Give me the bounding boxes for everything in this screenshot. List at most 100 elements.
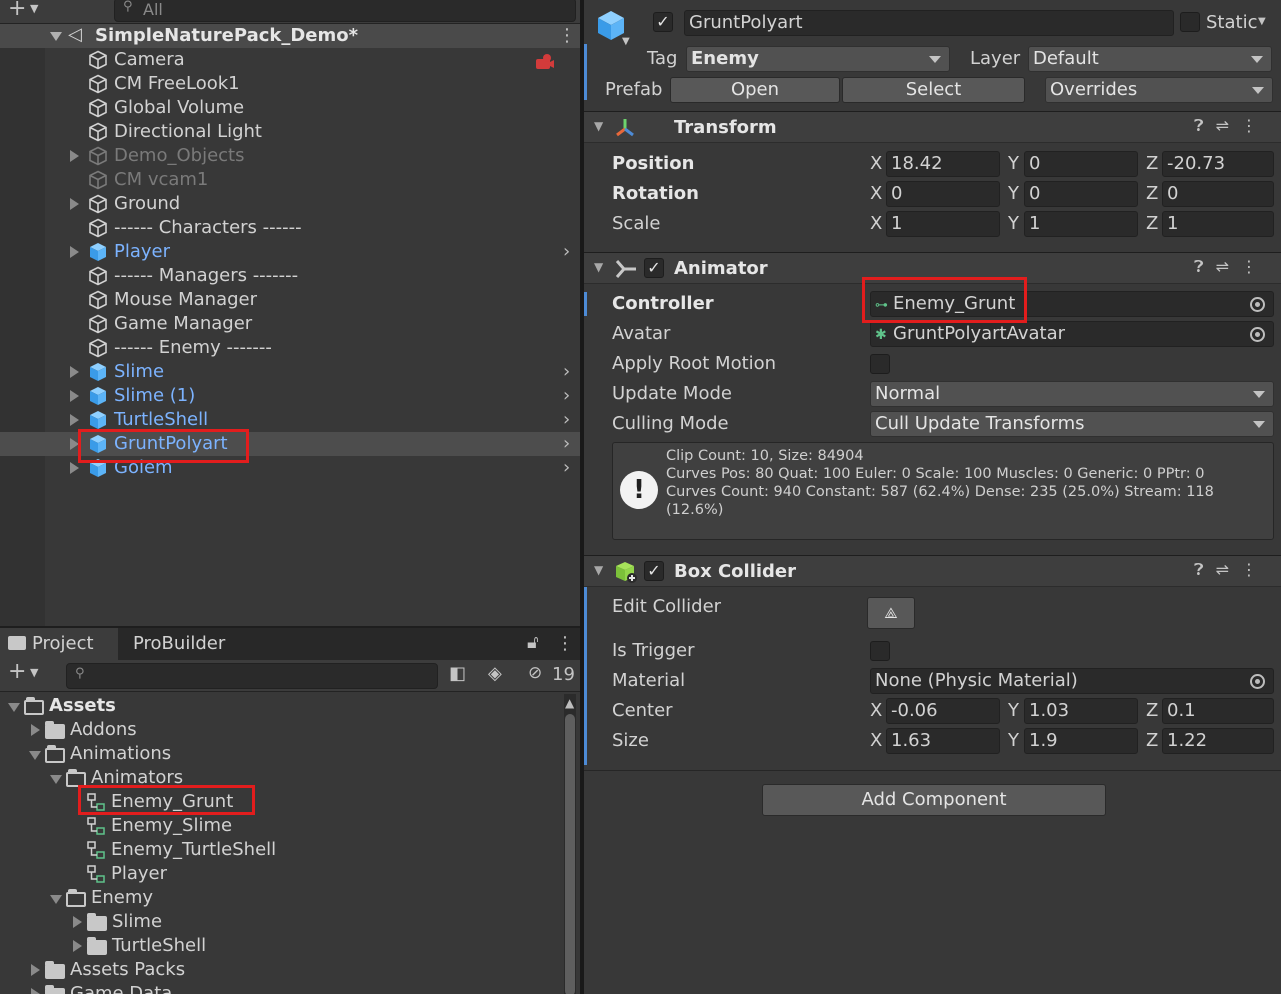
center-z-field[interactable]: 0.1 xyxy=(1162,698,1274,724)
rotation-x-field[interactable]: 0 xyxy=(886,181,1000,207)
position-x-field[interactable]: 18.42 xyxy=(886,151,1000,177)
hierarchy-item[interactable]: Demo_Objects xyxy=(0,144,580,168)
expand-arrow-icon[interactable] xyxy=(50,775,62,784)
project-tree-item[interactable]: Game Data xyxy=(0,982,560,994)
lock-icon[interactable]: 🔓︎ xyxy=(527,632,539,653)
is-trigger-checkbox[interactable] xyxy=(870,641,890,661)
hierarchy-item[interactable]: Directional Light xyxy=(0,120,580,144)
object-picker-icon[interactable] xyxy=(1250,297,1265,312)
hierarchy-item[interactable]: Slime › xyxy=(0,360,580,384)
expand-arrow-icon[interactable] xyxy=(70,414,79,426)
prefab-open-button[interactable]: Open xyxy=(670,77,840,103)
chevron-right-icon[interactable]: › xyxy=(563,432,570,456)
expand-arrow-icon[interactable] xyxy=(31,964,40,976)
hierarchy-item[interactable]: Ground xyxy=(0,192,580,216)
object-picker-icon[interactable] xyxy=(1250,327,1265,342)
project-tree-item[interactable]: Animations xyxy=(0,742,560,766)
animator-header[interactable]: ▼ Animator ❓︎⇌⋮ xyxy=(584,252,1281,284)
more-options-icon[interactable]: ⋮ xyxy=(1241,560,1269,579)
root-motion-checkbox[interactable] xyxy=(870,354,890,374)
edit-collider-button[interactable]: ⟁ xyxy=(867,597,915,629)
expand-arrow-icon[interactable] xyxy=(70,366,79,378)
size-z-axis-label[interactable]: Z xyxy=(1146,728,1158,754)
project-search-input[interactable]: ⚲ xyxy=(66,663,438,689)
hierarchy-item[interactable]: CM vcam1 xyxy=(0,168,580,192)
hierarchy-item[interactable]: GruntPolyart › xyxy=(0,432,580,456)
help-icon[interactable]: ❓︎ xyxy=(1194,560,1216,579)
active-checkbox[interactable] xyxy=(653,12,673,32)
static-dropdown-arrow[interactable]: ▼ xyxy=(1258,16,1266,27)
controller-field[interactable]: ⊶ Enemy_Grunt xyxy=(870,291,1274,317)
scale-y-field[interactable]: 1 xyxy=(1024,211,1138,237)
scale-z-field[interactable]: 1 xyxy=(1162,211,1274,237)
foldout-arrow-icon[interactable]: ▼ xyxy=(594,119,603,133)
update-mode-dropdown[interactable]: Normal xyxy=(870,381,1274,407)
expand-arrow-icon[interactable] xyxy=(29,751,41,760)
hierarchy-item[interactable]: Camera xyxy=(0,48,580,72)
expand-arrow-icon[interactable] xyxy=(73,940,82,952)
hierarchy-item[interactable]: CM FreeLook1 xyxy=(0,72,580,96)
box-collider-header[interactable]: ▼ Box Collider ❓︎⇌⋮ xyxy=(584,555,1281,587)
position-z-axis-label[interactable]: Z xyxy=(1146,151,1158,177)
transform-header[interactable]: ▼ Transform ❓︎⇌⋮ xyxy=(584,111,1281,143)
project-tree-item[interactable]: Assets xyxy=(0,694,560,718)
rotation-x-axis-label[interactable]: X xyxy=(870,181,882,207)
expand-arrow-icon[interactable] xyxy=(50,895,62,904)
more-options-icon[interactable]: ⋮ xyxy=(1241,257,1269,276)
box-collider-enabled-checkbox[interactable] xyxy=(644,561,664,581)
chevron-right-icon[interactable]: › xyxy=(563,240,570,264)
hierarchy-item[interactable]: Global Volume xyxy=(0,96,580,120)
hierarchy-item[interactable]: TurtleShell › xyxy=(0,408,580,432)
size-x-axis-label[interactable]: X xyxy=(870,728,882,754)
scroll-up-icon[interactable]: ▲ xyxy=(565,696,574,710)
prefab-select-button[interactable]: Select xyxy=(842,77,1025,103)
center-z-axis-label[interactable]: Z xyxy=(1146,698,1158,724)
add-icon[interactable]: + xyxy=(8,659,26,684)
size-y-axis-label[interactable]: Y xyxy=(1008,728,1019,754)
more-options-icon[interactable]: ⋮ xyxy=(556,632,574,656)
chevron-right-icon[interactable]: › xyxy=(563,384,570,408)
hierarchy-item[interactable]: Game Manager xyxy=(0,312,580,336)
expand-arrow-icon[interactable] xyxy=(73,916,82,928)
hierarchy-search-input[interactable]: ⚲ All xyxy=(114,0,576,22)
expand-arrow-icon[interactable] xyxy=(70,150,79,162)
expand-arrow-icon[interactable] xyxy=(8,703,20,712)
position-x-axis-label[interactable]: X xyxy=(870,151,882,177)
project-tree-item[interactable]: TurtleShell xyxy=(0,934,560,958)
expand-arrow-icon[interactable] xyxy=(31,988,40,994)
scale-x-axis-label[interactable]: X xyxy=(870,211,882,237)
chevron-down-icon[interactable]: ▼ xyxy=(30,666,38,679)
avatar-field[interactable]: ✱ GruntPolyartAvatar xyxy=(870,321,1274,347)
rotation-z-field[interactable]: 0 xyxy=(1162,181,1274,207)
tab-project[interactable]: Project xyxy=(0,628,118,660)
search-by-label-icon[interactable]: ◈ xyxy=(488,663,502,684)
layer-dropdown[interactable]: Default xyxy=(1028,46,1272,72)
hierarchy-item[interactable]: ------ Managers ------- xyxy=(0,264,580,288)
center-y-axis-label[interactable]: Y xyxy=(1008,698,1019,724)
hierarchy-item[interactable]: Mouse Manager xyxy=(0,288,580,312)
center-x-axis-label[interactable]: X xyxy=(870,698,882,724)
add-icon[interactable]: + xyxy=(8,0,26,21)
tag-dropdown[interactable]: Enemy xyxy=(686,46,950,72)
hierarchy-item[interactable]: Player › xyxy=(0,240,580,264)
static-checkbox[interactable] xyxy=(1180,12,1200,32)
help-icon[interactable]: ❓︎ xyxy=(1194,257,1216,276)
culling-mode-dropdown[interactable]: Cull Update Transforms xyxy=(870,411,1274,437)
more-options-icon[interactable]: ⋮ xyxy=(1241,116,1269,135)
chevron-down-icon[interactable]: ▼ xyxy=(30,2,38,15)
scale-z-axis-label[interactable]: Z xyxy=(1146,211,1158,237)
hidden-packages-icon[interactable]: ⊘ xyxy=(528,663,542,683)
project-scroll-thumb[interactable] xyxy=(565,714,575,994)
project-tree-item[interactable]: Slime xyxy=(0,910,560,934)
hierarchy-item[interactable]: Slime (1) › xyxy=(0,384,580,408)
project-tree-item[interactable]: Enemy_Slime xyxy=(0,814,560,838)
project-tree-item[interactable]: Assets Packs xyxy=(0,958,560,982)
expand-arrow-icon[interactable] xyxy=(70,438,79,450)
position-y-field[interactable]: 0 xyxy=(1024,151,1138,177)
size-x-field[interactable]: 1.63 xyxy=(886,728,1000,754)
foldout-arrow-icon[interactable]: ▼ xyxy=(594,260,603,274)
presets-icon[interactable]: ⇌ xyxy=(1216,116,1241,135)
foldout-arrow-icon[interactable]: ▼ xyxy=(594,563,603,577)
chevron-right-icon[interactable]: › xyxy=(563,360,570,384)
position-y-axis-label[interactable]: Y xyxy=(1008,151,1019,177)
